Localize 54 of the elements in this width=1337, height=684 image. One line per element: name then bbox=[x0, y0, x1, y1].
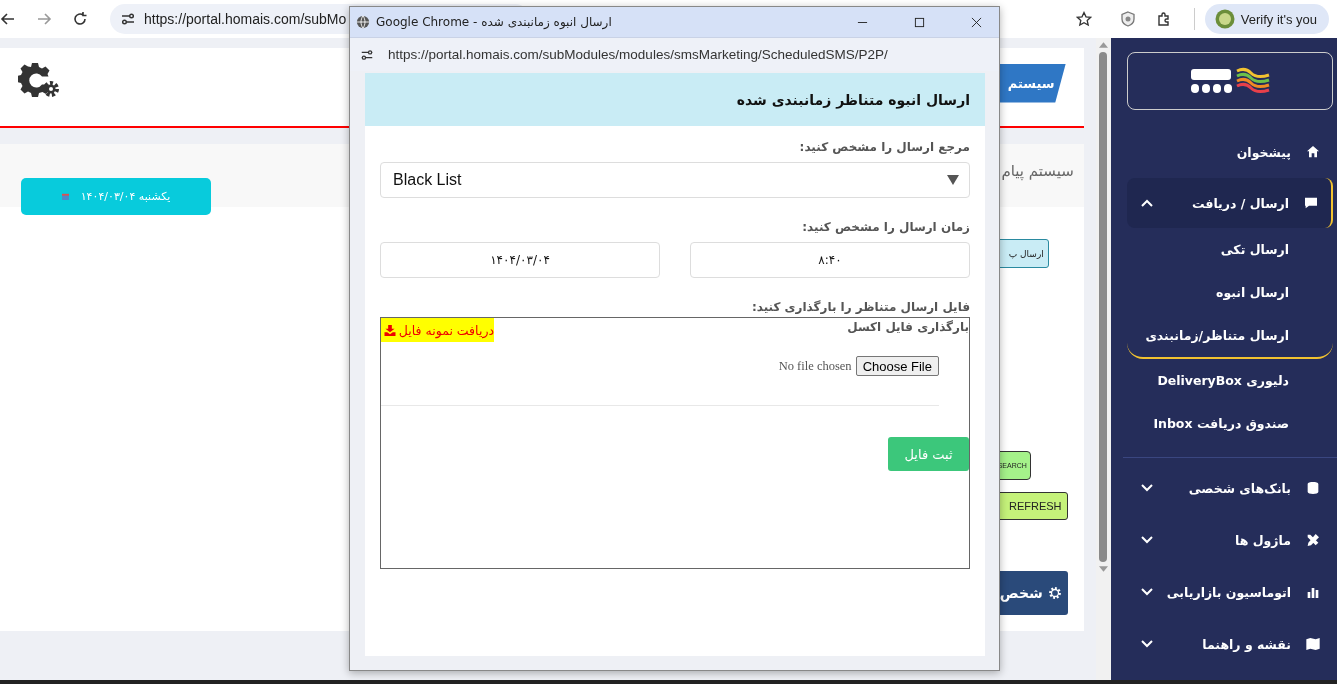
sidebar-item[interactable]: نقشه و راهنما bbox=[1126, 618, 1333, 670]
calendar-icon bbox=[61, 193, 69, 200]
breadcrumb-title: سیستم پیام bbox=[1001, 162, 1074, 180]
profile-button[interactable]: Verify it's you bbox=[1204, 4, 1329, 34]
forward-icon[interactable] bbox=[36, 11, 52, 27]
puzzle-icon[interactable] bbox=[1155, 11, 1172, 27]
sidebar-item[interactable]: ماژول ها bbox=[1126, 514, 1333, 566]
file-status: No file chosen bbox=[778, 358, 852, 374]
avatar-icon bbox=[1214, 9, 1235, 29]
gears-icon bbox=[18, 61, 62, 99]
sidebar-item[interactable]: بانک‌های شخصی bbox=[1126, 462, 1333, 514]
field-label: زمان ارسال را مشخص کنید: bbox=[802, 220, 970, 234]
star-icon[interactable] bbox=[1075, 11, 1092, 27]
home-icon bbox=[1305, 144, 1321, 160]
submenu-item[interactable]: ارسال متناظر/زمانبندی bbox=[1126, 314, 1333, 359]
map-icon bbox=[1305, 636, 1321, 652]
logo-card[interactable] bbox=[1126, 52, 1333, 110]
field-label: فایل ارسال متناظر را بارگذاری کنید: bbox=[751, 300, 970, 314]
submenu-item[interactable]: صندوق دریافت Inbox bbox=[1126, 402, 1333, 445]
sidebar-item[interactable]: ارسال / دریافت bbox=[1126, 178, 1333, 228]
date-field[interactable]: ۱۴۰۴/۰۳/۰۴ bbox=[380, 242, 660, 278]
source-dropdown[interactable]: Black List bbox=[380, 162, 970, 198]
upload-title: بارگذاری فایل اکسل bbox=[847, 320, 969, 334]
site-settings-icon[interactable] bbox=[360, 47, 374, 62]
chevron-icon bbox=[1140, 588, 1153, 596]
shield-icon[interactable] bbox=[1119, 11, 1136, 27]
chevron-icon bbox=[1140, 199, 1153, 207]
submenu-item[interactable]: دلیوری DeliveryBox bbox=[1126, 359, 1333, 402]
back-icon[interactable] bbox=[0, 11, 16, 27]
sidebar-item[interactable]: پیشخوان bbox=[1126, 126, 1333, 178]
field-label: مرجع ارسال را مشخص کنید: bbox=[799, 140, 970, 154]
globe-icon bbox=[356, 15, 370, 29]
dropdown-arrow-icon bbox=[947, 175, 959, 185]
maximize-icon[interactable] bbox=[914, 16, 925, 28]
dialog-title: ارسال انبوه متناظر زمانبندی شده bbox=[736, 91, 970, 108]
chat-icon bbox=[1303, 195, 1319, 211]
submenu-item[interactable]: ارسال انبوه bbox=[1126, 271, 1333, 314]
time-field[interactable]: ۸:۴۰ bbox=[690, 242, 970, 278]
tools-icon bbox=[1305, 532, 1321, 548]
scrollbar-thumb[interactable] bbox=[1099, 52, 1108, 562]
chevron-icon bbox=[1140, 640, 1153, 648]
reload-icon[interactable] bbox=[72, 11, 88, 27]
database-icon bbox=[1305, 480, 1321, 496]
close-icon[interactable] bbox=[971, 16, 982, 28]
gear-icon bbox=[1047, 586, 1062, 600]
chevron-icon bbox=[1140, 484, 1153, 492]
sample-file-link[interactable]: دریافت نمونه فایل bbox=[381, 318, 494, 342]
site-settings-icon[interactable] bbox=[120, 11, 136, 27]
sidebar-item[interactable]: اتوماسیون بازاریابی bbox=[1126, 566, 1333, 618]
download-icon bbox=[383, 324, 396, 336]
submenu-item[interactable]: ارسال تکی bbox=[1126, 228, 1333, 271]
chevron-icon bbox=[1140, 536, 1153, 544]
choose-file-button[interactable]: Choose File bbox=[855, 356, 939, 376]
url-text: https://portal.homais.com/subModules/modules/smsMarketing/ScheduledSMS/P2P/ bbox=[388, 47, 888, 62]
